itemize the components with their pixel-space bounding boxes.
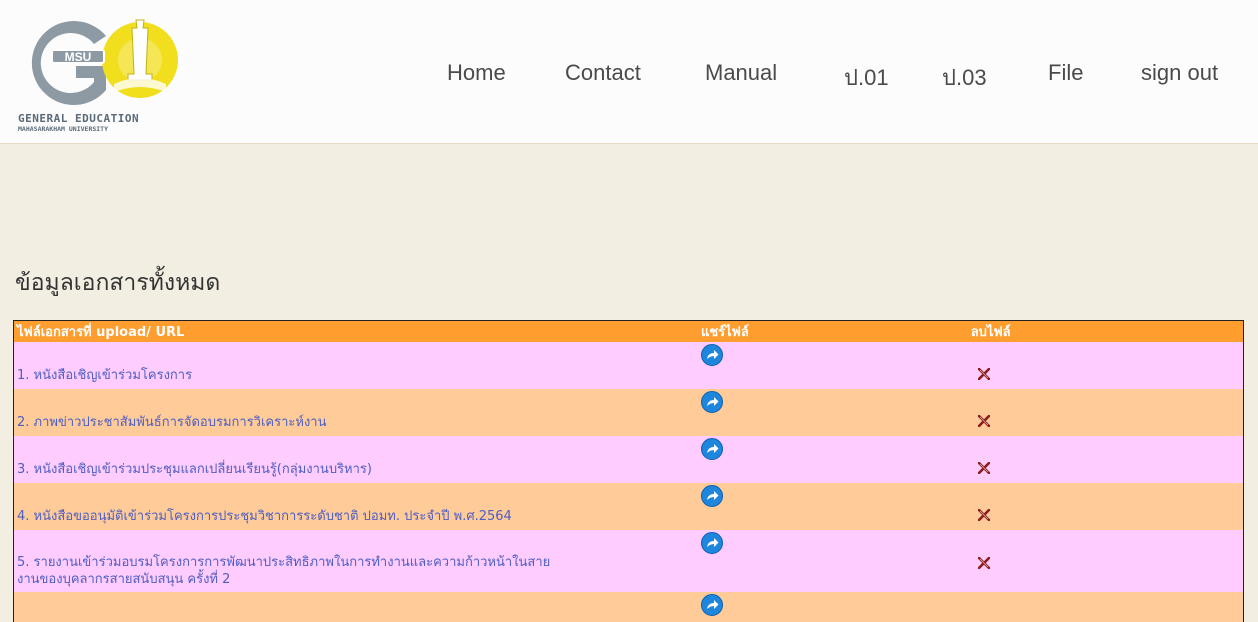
table-row: 2. ภาพข่าวประชาสัมพันธ์การจัดอบรมการวิเค… [13,389,1244,436]
nav-contact[interactable]: Contact [565,60,641,86]
file-link[interactable]: 1. หนังสือเชิญเข้าร่วมโครงการ [13,342,698,389]
share-arrow-icon[interactable] [700,485,723,507]
page-title: ข้อมูลเอกสารทั้งหมด [15,270,221,296]
delete-cell [967,436,1244,483]
delete-x-icon[interactable] [977,368,990,380]
file-link[interactable]: 4. หนังสือขออนุมัติเข้าร่วมโครงการประชุม… [13,483,698,530]
table-header-row: ไฟล์เอกสารที่ upload/ URL แชร์ไฟล์ ลบไฟล… [13,320,1244,342]
delete-cell [967,389,1244,436]
delete-cell [967,483,1244,530]
table-row: 5. รายงานเข้าร่วมอบรมโครงการการพัฒนาประส… [13,530,1244,592]
share-cell [697,436,968,483]
col-header-file: ไฟล์เอกสารที่ upload/ URL [13,320,698,342]
delete-cell [967,342,1244,389]
table-row: 4. หนังสือขออนุมัติเข้าร่วมโครงการประชุม… [13,483,1244,530]
delete-cell [967,592,1244,622]
share-cell [697,530,968,592]
share-arrow-icon[interactable] [700,438,723,460]
delete-x-icon[interactable] [977,557,990,569]
file-link[interactable]: 5. รายงานเข้าร่วมอบรมโครงการการพัฒนาประส… [13,530,698,592]
nav-sign-out[interactable]: sign out [1141,60,1218,86]
nav-manual[interactable]: Manual [705,60,777,86]
share-arrow-icon[interactable] [700,594,723,616]
share-cell [697,389,968,436]
nav-file[interactable]: File [1048,60,1083,86]
share-cell [697,592,968,622]
share-cell [697,483,968,530]
delete-x-icon[interactable] [977,462,990,474]
col-header-delete: ลบไฟล์ [967,320,1244,342]
files-table: ไฟล์เอกสารที่ upload/ URL แชร์ไฟล์ ลบไฟล… [13,320,1244,622]
share-arrow-icon[interactable] [700,532,723,554]
file-link-line2: งานของบุคลากรสายสนับสนุน ครั้งที่ 2 [17,572,231,587]
file-link[interactable]: 3. หนังสือเชิญเข้าร่วมประชุมแลกเปลี่ยนเร… [13,436,698,483]
delete-x-icon[interactable] [977,415,990,427]
table-row: 1. หนังสือเชิญเข้าร่วมโครงการ [13,342,1244,389]
share-cell [697,342,968,389]
table-row [13,592,1244,622]
file-link[interactable] [13,592,698,622]
share-arrow-icon[interactable] [700,391,723,413]
file-link-line1: 5. รายงานเข้าร่วมอบรมโครงการการพัฒนาประส… [17,555,551,570]
table-row: 3. หนังสือเชิญเข้าร่วมประชุมแลกเปลี่ยนเร… [13,436,1244,483]
nav-home[interactable]: Home [447,60,506,86]
main-nav: Home Contact Manual ป.01 ป.03 File sign … [0,60,1258,90]
site-header: MSU GENERAL EDUCATION MAHASARAKHAM UNIVE… [0,0,1258,144]
delete-cell [967,530,1244,592]
nav-p03[interactable]: ป.03 [942,60,987,95]
share-arrow-icon[interactable] [700,344,723,366]
col-header-share: แชร์ไฟล์ [697,320,968,342]
logo-title: GENERAL EDUCATION [18,112,140,125]
nav-p01[interactable]: ป.01 [844,60,889,95]
file-link[interactable]: 2. ภาพข่าวประชาสัมพันธ์การจัดอบรมการวิเค… [13,389,698,436]
delete-x-icon[interactable] [977,509,990,521]
logo-subtitle: MAHASARAKHAM UNIVERSITY [18,125,109,133]
